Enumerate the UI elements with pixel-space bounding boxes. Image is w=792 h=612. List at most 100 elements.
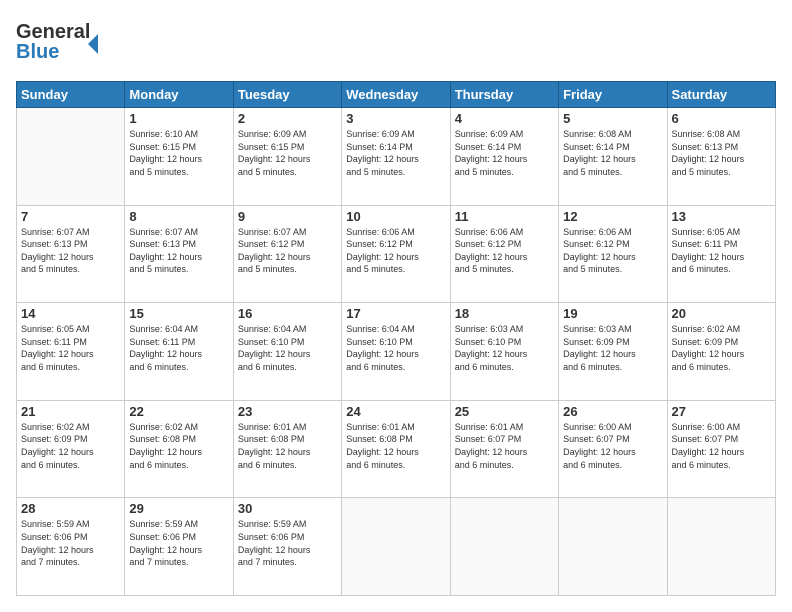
calendar-header-row: SundayMondayTuesdayWednesdayThursdayFrid… bbox=[17, 82, 776, 108]
col-header-wednesday: Wednesday bbox=[342, 82, 450, 108]
calendar-cell: 6Sunrise: 6:08 AM Sunset: 6:13 PM Daylig… bbox=[667, 108, 775, 206]
day-number: 12 bbox=[563, 209, 662, 224]
calendar-cell: 1Sunrise: 6:10 AM Sunset: 6:15 PM Daylig… bbox=[125, 108, 233, 206]
calendar-cell: 5 Sunrise: 6:08 AM Sunset: 6:14 PM Daylig… bbox=[559, 108, 667, 206]
day-info: Sunrise: 6:07 AM Sunset: 6:13 PM Dayligh… bbox=[129, 226, 228, 276]
calendar-cell: 15 Sunrise: 6:04 AM Sunset: 6:11 PM Dayli… bbox=[125, 303, 233, 401]
day-info: Sunrise: 6:06 AM Sunset: 6:12 PM Dayligh… bbox=[455, 226, 554, 276]
day-info: Sunrise: 6:00 AM Sunset: 6:07 PM Dayligh… bbox=[563, 421, 662, 471]
day-info: Sunrise: 6:02 AM Sunset: 6:09 PM Dayligh… bbox=[672, 323, 771, 373]
col-header-sunday: Sunday bbox=[17, 82, 125, 108]
week-row-4: 28 Sunrise: 5:59 AM Sunset: 6:06 PM Dayli… bbox=[17, 498, 776, 596]
svg-text:General: General bbox=[16, 21, 90, 43]
day-number: 22 bbox=[129, 404, 228, 419]
day-number: 16 bbox=[238, 306, 337, 321]
week-row-0: 1Sunrise: 6:10 AM Sunset: 6:15 PM Daylig… bbox=[17, 108, 776, 206]
calendar-cell bbox=[17, 108, 125, 206]
calendar-cell: 20 Sunrise: 6:02 AM Sunset: 6:09 PM Dayli… bbox=[667, 303, 775, 401]
day-number: 3 bbox=[346, 111, 445, 126]
day-number: 10 bbox=[346, 209, 445, 224]
calendar-cell: 27Sunrise: 6:00 AM Sunset: 6:07 PM Dayli… bbox=[667, 400, 775, 498]
day-info: Sunrise: 6:01 AM Sunset: 6:08 PM Dayligh… bbox=[346, 421, 445, 471]
day-info: Sunrise: 6:04 AM Sunset: 6:10 PM Dayligh… bbox=[346, 323, 445, 373]
calendar-cell: 19 Sunrise: 6:03 AM Sunset: 6:09 PM Dayli… bbox=[559, 303, 667, 401]
day-number: 4 bbox=[455, 111, 554, 126]
day-info: Sunrise: 6:01 AM Sunset: 6:07 PM Dayligh… bbox=[455, 421, 554, 471]
calendar-cell bbox=[342, 498, 450, 596]
day-number: 14 bbox=[21, 306, 120, 321]
day-number: 11 bbox=[455, 209, 554, 224]
day-info: Sunrise: 5:59 AM Sunset: 6:06 PM Dayligh… bbox=[238, 518, 337, 568]
col-header-friday: Friday bbox=[559, 82, 667, 108]
day-info: Sunrise: 6:03 AM Sunset: 6:10 PM Dayligh… bbox=[455, 323, 554, 373]
day-info: Sunrise: 6:07 AM Sunset: 6:12 PM Dayligh… bbox=[238, 226, 337, 276]
day-number: 15 bbox=[129, 306, 228, 321]
calendar-cell: 30 Sunrise: 5:59 AM Sunset: 6:06 PM Dayli… bbox=[233, 498, 341, 596]
day-number: 27 bbox=[672, 404, 771, 419]
calendar-cell: 9 Sunrise: 6:07 AM Sunset: 6:12 PM Daylig… bbox=[233, 205, 341, 303]
day-info: Sunrise: 6:09 AM Sunset: 6:15 PM Dayligh… bbox=[238, 128, 337, 178]
day-number: 26 bbox=[563, 404, 662, 419]
col-header-thursday: Thursday bbox=[450, 82, 558, 108]
day-info: Sunrise: 6:06 AM Sunset: 6:12 PM Dayligh… bbox=[563, 226, 662, 276]
day-info: Sunrise: 6:06 AM Sunset: 6:12 PM Dayligh… bbox=[346, 226, 445, 276]
day-number: 7 bbox=[21, 209, 120, 224]
day-info: Sunrise: 6:05 AM Sunset: 6:11 PM Dayligh… bbox=[672, 226, 771, 276]
calendar-cell: 23 Sunrise: 6:01 AM Sunset: 6:08 PM Dayli… bbox=[233, 400, 341, 498]
day-info: Sunrise: 6:03 AM Sunset: 6:09 PM Dayligh… bbox=[563, 323, 662, 373]
day-info: Sunrise: 6:01 AM Sunset: 6:08 PM Dayligh… bbox=[238, 421, 337, 471]
day-info: Sunrise: 6:08 AM Sunset: 6:14 PM Dayligh… bbox=[563, 128, 662, 178]
calendar-cell: 22 Sunrise: 6:02 AM Sunset: 6:08 PM Dayli… bbox=[125, 400, 233, 498]
day-number: 20 bbox=[672, 306, 771, 321]
day-number: 23 bbox=[238, 404, 337, 419]
day-number: 29 bbox=[129, 501, 228, 516]
day-number: 5 bbox=[563, 111, 662, 126]
calendar-cell: 29Sunrise: 5:59 AM Sunset: 6:06 PM Dayli… bbox=[125, 498, 233, 596]
day-number: 21 bbox=[21, 404, 120, 419]
col-header-monday: Monday bbox=[125, 82, 233, 108]
day-info: Sunrise: 6:05 AM Sunset: 6:11 PM Dayligh… bbox=[21, 323, 120, 373]
day-number: 17 bbox=[346, 306, 445, 321]
calendar-cell: 17 Sunrise: 6:04 AM Sunset: 6:10 PM Dayli… bbox=[342, 303, 450, 401]
day-info: Sunrise: 6:09 AM Sunset: 6:14 PM Dayligh… bbox=[346, 128, 445, 178]
day-number: 30 bbox=[238, 501, 337, 516]
day-info: Sunrise: 6:04 AM Sunset: 6:11 PM Dayligh… bbox=[129, 323, 228, 373]
day-number: 18 bbox=[455, 306, 554, 321]
page-header: General Blue bbox=[16, 16, 776, 71]
calendar-cell bbox=[450, 498, 558, 596]
calendar-cell bbox=[667, 498, 775, 596]
calendar-cell: 26 Sunrise: 6:00 AM Sunset: 6:07 PM Dayli… bbox=[559, 400, 667, 498]
calendar-cell: 25Sunrise: 6:01 AM Sunset: 6:07 PM Dayli… bbox=[450, 400, 558, 498]
calendar-cell: 18 Sunrise: 6:03 AM Sunset: 6:10 PM Dayli… bbox=[450, 303, 558, 401]
calendar-cell: 8 Sunrise: 6:07 AM Sunset: 6:13 PM Daylig… bbox=[125, 205, 233, 303]
week-row-3: 21Sunrise: 6:02 AM Sunset: 6:09 PM Dayli… bbox=[17, 400, 776, 498]
day-info: Sunrise: 6:07 AM Sunset: 6:13 PM Dayligh… bbox=[21, 226, 120, 276]
calendar-cell: 2 Sunrise: 6:09 AM Sunset: 6:15 PM Daylig… bbox=[233, 108, 341, 206]
day-number: 6 bbox=[672, 111, 771, 126]
calendar-cell: 21Sunrise: 6:02 AM Sunset: 6:09 PM Dayli… bbox=[17, 400, 125, 498]
calendar-cell: 24 Sunrise: 6:01 AM Sunset: 6:08 PM Dayli… bbox=[342, 400, 450, 498]
day-number: 19 bbox=[563, 306, 662, 321]
week-row-2: 14 Sunrise: 6:05 AM Sunset: 6:11 PM Dayli… bbox=[17, 303, 776, 401]
day-info: Sunrise: 6:02 AM Sunset: 6:08 PM Dayligh… bbox=[129, 421, 228, 471]
day-number: 28 bbox=[21, 501, 120, 516]
day-number: 9 bbox=[238, 209, 337, 224]
svg-text:Blue: Blue bbox=[16, 41, 59, 63]
calendar-cell: 14 Sunrise: 6:05 AM Sunset: 6:11 PM Dayli… bbox=[17, 303, 125, 401]
day-number: 24 bbox=[346, 404, 445, 419]
day-info: Sunrise: 6:10 AM Sunset: 6:15 PM Dayligh… bbox=[129, 128, 228, 178]
calendar-cell: 16 Sunrise: 6:04 AM Sunset: 6:10 PM Dayli… bbox=[233, 303, 341, 401]
day-number: 2 bbox=[238, 111, 337, 126]
day-info: Sunrise: 5:59 AM Sunset: 6:06 PM Dayligh… bbox=[21, 518, 120, 568]
calendar-cell: 7 Sunrise: 6:07 AM Sunset: 6:13 PM Daylig… bbox=[17, 205, 125, 303]
day-info: Sunrise: 6:09 AM Sunset: 6:14 PM Dayligh… bbox=[455, 128, 554, 178]
day-number: 13 bbox=[672, 209, 771, 224]
calendar-cell: 13 Sunrise: 6:05 AM Sunset: 6:11 PM Dayli… bbox=[667, 205, 775, 303]
logo-icon: General Blue bbox=[16, 16, 106, 66]
week-row-1: 7 Sunrise: 6:07 AM Sunset: 6:13 PM Daylig… bbox=[17, 205, 776, 303]
day-number: 8 bbox=[129, 209, 228, 224]
day-info: Sunrise: 6:04 AM Sunset: 6:10 PM Dayligh… bbox=[238, 323, 337, 373]
logo: General Blue bbox=[16, 16, 106, 71]
calendar-cell: 12 Sunrise: 6:06 AM Sunset: 6:12 PM Dayli… bbox=[559, 205, 667, 303]
calendar-cell: 10 Sunrise: 6:06 AM Sunset: 6:12 PM Dayli… bbox=[342, 205, 450, 303]
